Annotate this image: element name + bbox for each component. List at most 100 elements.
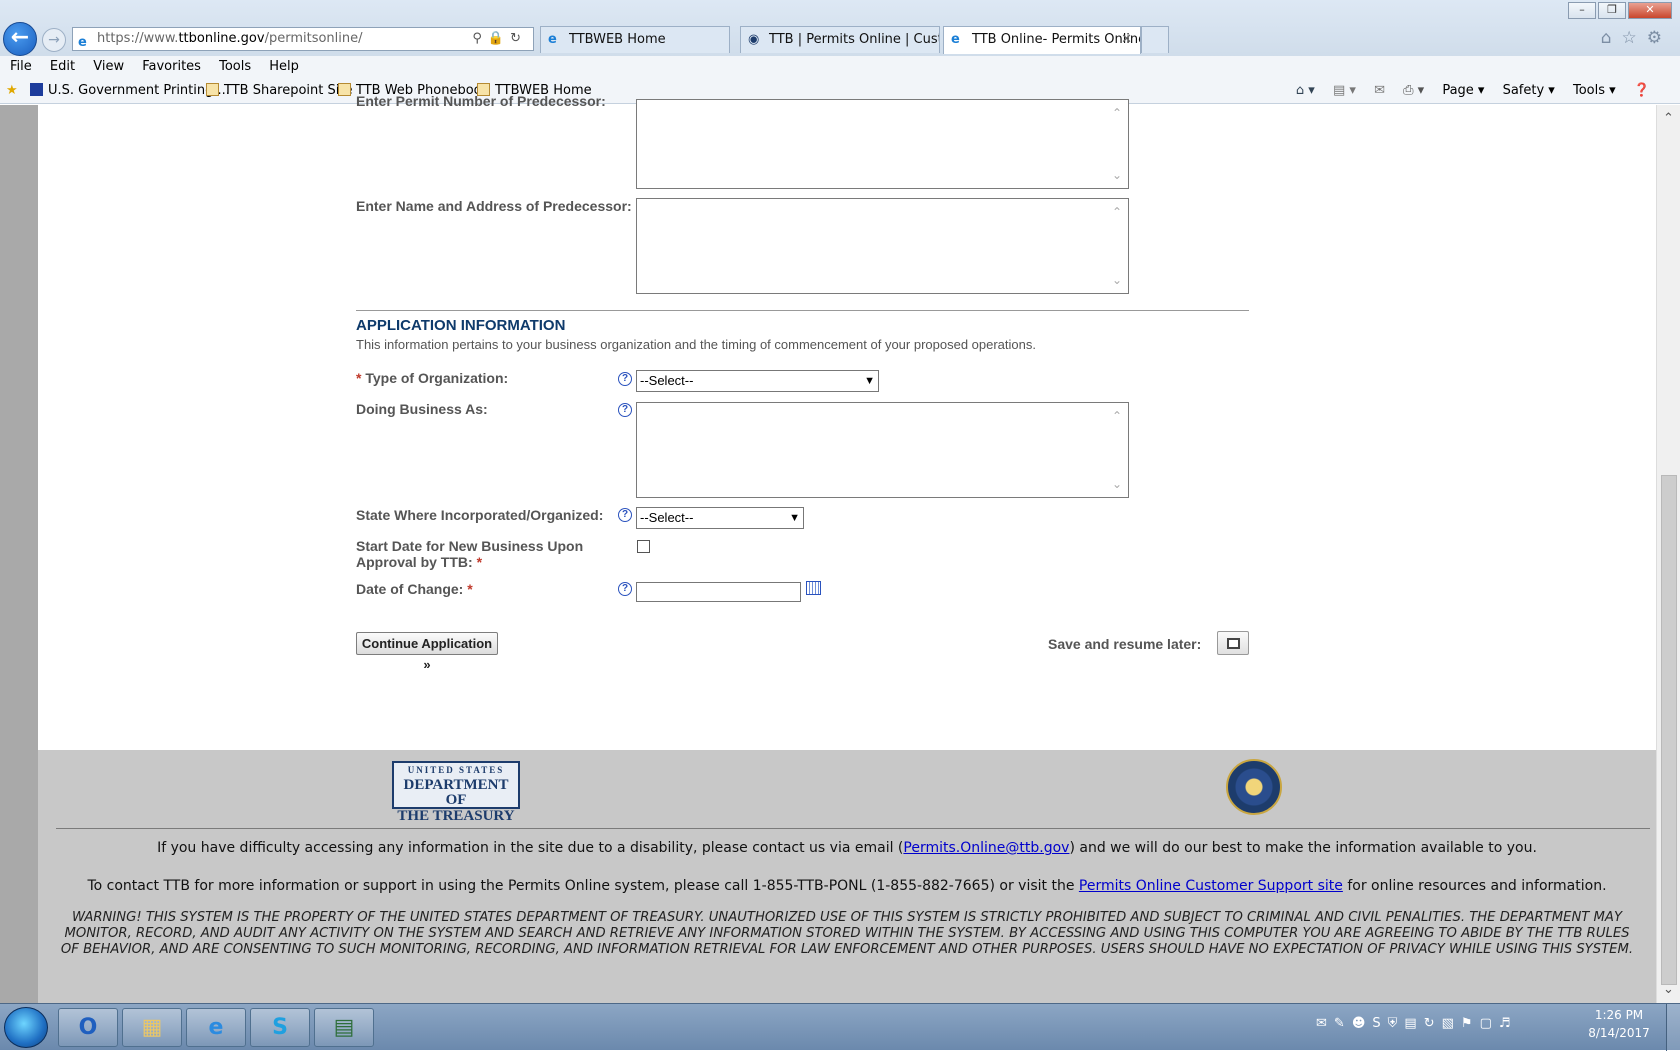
scroll-up-icon[interactable]: ⌃: [1112, 409, 1122, 423]
cmd-page[interactable]: Page ▾: [1442, 83, 1484, 98]
date-change-input[interactable]: [636, 582, 801, 602]
monitor-icon[interactable]: ▢: [1480, 1016, 1499, 1031]
footer: UNITED STATES DEPARTMENT OF THE TREASURY…: [38, 750, 1656, 1003]
page-margin: [0, 105, 38, 1003]
pen-icon[interactable]: ✎: [1334, 1016, 1352, 1031]
url-prefix: https://www.: [97, 31, 179, 46]
tab-ttbweb-home[interactable]: e TTBWEB Home: [540, 26, 730, 53]
window-controls: – ❐ ✕: [1568, 2, 1672, 20]
forward-button[interactable]: →: [42, 28, 66, 52]
shield-icon[interactable]: ⛨: [1388, 1016, 1405, 1031]
taskbar: O ▦ e S ▤ ✉✎☻S⛨▤↻▧⚑▢♬ 1:26 PM 8/14/2017: [0, 1003, 1680, 1051]
refresh-icon[interactable]: ↻: [510, 31, 527, 46]
notice-text: If you have difficulty accessing any inf…: [157, 840, 904, 856]
support-site-link[interactable]: Permits Online Customer Support site: [1079, 878, 1343, 894]
start-date-checkbox[interactable]: [637, 540, 650, 553]
help-icon[interactable]: ❓: [1634, 83, 1650, 98]
show-desktop-button[interactable]: [1666, 1004, 1680, 1051]
vertical-scrollbar[interactable]: ⌃ ⌄: [1656, 105, 1680, 1003]
tab-permits-online-support[interactable]: ◉ TTB | Permits Online | Custom...: [740, 26, 940, 53]
scroll-up-icon[interactable]: ⌃: [1112, 106, 1122, 120]
skype-taskbar-button[interactable]: S: [250, 1008, 310, 1047]
cmd-safety[interactable]: Safety ▾: [1503, 83, 1555, 98]
sync-icon[interactable]: ↻: [1424, 1016, 1442, 1031]
restore-button[interactable]: ❐: [1598, 2, 1626, 19]
ie-icon: e: [951, 32, 960, 47]
feeds-icon[interactable]: ▤ ▾: [1333, 83, 1356, 98]
favorites-star-icon[interactable]: ★: [6, 80, 18, 102]
scrollbar-thumb[interactable]: [1661, 475, 1677, 985]
help-icon[interactable]: ?: [618, 582, 632, 596]
ie-taskbar-button[interactable]: e: [186, 1008, 246, 1047]
outlook-icon[interactable]: ✉: [1316, 1016, 1334, 1031]
volume-icon[interactable]: ♬: [1499, 1016, 1518, 1031]
network-icon[interactable]: ▧: [1442, 1016, 1461, 1031]
close-window-button[interactable]: ✕: [1628, 2, 1672, 19]
predecessor-name-textarea[interactable]: ⌃ ⌄: [636, 198, 1129, 294]
menu-view[interactable]: View: [93, 56, 124, 78]
url-path: /permitsonline/: [264, 31, 363, 46]
close-tab-icon[interactable]: ✕: [1121, 27, 1132, 53]
footer-divider: [56, 828, 1650, 829]
home-icon[interactable]: ⌂ ▾: [1296, 83, 1315, 98]
mail-icon[interactable]: ✉: [1374, 83, 1385, 98]
help-icon[interactable]: ?: [618, 372, 632, 386]
menu-file[interactable]: File: [10, 56, 32, 78]
org-type-select[interactable]: --Select-- ▼: [636, 370, 879, 392]
fav-sharepoint[interactable]: TTB Sharepoint Site: [206, 80, 352, 102]
continue-application-button[interactable]: Continue Application »: [356, 632, 498, 672]
address-bar[interactable]: e https://www.ttbonline.gov/permitsonlin…: [72, 27, 534, 51]
ttb-seal-icon: ◉: [748, 32, 760, 47]
help-icon[interactable]: ?: [618, 508, 632, 522]
scroll-up-icon[interactable]: ⌃: [1112, 205, 1122, 219]
dba-textarea[interactable]: ⌃ ⌄: [636, 402, 1129, 498]
security-warning: WARNING! THIS SYSTEM IS THE PROPERTY OF …: [60, 910, 1634, 957]
user-icon[interactable]: ☻: [1352, 1016, 1373, 1031]
treasury-logo: UNITED STATES DEPARTMENT OF THE TREASURY: [392, 761, 520, 824]
new-tab-button[interactable]: [1141, 26, 1169, 53]
explorer-taskbar-button[interactable]: ▦: [122, 1008, 182, 1047]
scroll-down-icon[interactable]: ⌄: [1112, 273, 1122, 287]
flag-icon[interactable]: ⚑: [1461, 1016, 1480, 1031]
tab-permits-online-active[interactable]: e TTB Online- Permits Online... ✕: [943, 26, 1141, 54]
menu-help[interactable]: Help: [269, 56, 299, 78]
scroll-down-icon[interactable]: ⌄: [1112, 477, 1122, 491]
page-icon: [338, 83, 351, 96]
predecessor-permit-textarea[interactable]: ⌃ ⌄: [636, 99, 1129, 189]
disk-icon[interactable]: ▤: [1404, 1016, 1423, 1031]
clock[interactable]: 1:26 PM 8/14/2017: [1586, 1006, 1652, 1042]
outlook-taskbar-button[interactable]: O: [58, 1008, 118, 1047]
start-button[interactable]: [4, 1007, 48, 1048]
page: Enter Permit Number of Predecessor: ⌃ ⌄ E…: [38, 93, 1656, 1003]
calendar-icon[interactable]: [806, 581, 821, 595]
scroll-down-icon[interactable]: ⌄: [1112, 168, 1122, 182]
app-taskbar-button[interactable]: ▤: [314, 1008, 374, 1047]
print-icon[interactable]: ⎙ ▾: [1403, 83, 1424, 98]
scroll-up-icon[interactable]: ⌃: [1663, 111, 1674, 126]
logo-line: DEPARTMENT OF: [403, 777, 509, 808]
lock-icon[interactable]: 🔒: [488, 31, 510, 46]
minimize-button[interactable]: –: [1568, 2, 1596, 19]
fav-label: U.S. Government Printing ...: [48, 83, 230, 98]
notice-text: for online resources and information.: [1342, 878, 1607, 894]
menu-tools[interactable]: Tools: [219, 56, 251, 78]
email-link[interactable]: Permits.Online@ttb.gov: [903, 840, 1069, 856]
help-icon[interactable]: ?: [618, 403, 632, 417]
fav-gpo[interactable]: U.S. Government Printing ...: [30, 80, 230, 102]
date-change-label: Date of Change: *: [356, 581, 473, 597]
menu-edit[interactable]: Edit: [50, 56, 75, 78]
home-icon[interactable]: ⌂: [1601, 28, 1622, 48]
page-icon: [206, 83, 219, 96]
select-value: --Select--: [640, 510, 694, 525]
save-button[interactable]: [1217, 631, 1249, 655]
gear-icon[interactable]: ⚙: [1647, 28, 1672, 48]
state-select[interactable]: --Select-- ▼: [636, 507, 804, 529]
search-icon[interactable]: ⚲: [472, 31, 488, 46]
clock-time: 1:26 PM: [1594, 1008, 1644, 1022]
scroll-down-icon[interactable]: ⌄: [1663, 982, 1674, 997]
star-icon[interactable]: ☆: [1622, 28, 1647, 48]
back-button[interactable]: ←: [3, 22, 37, 56]
skype-icon[interactable]: S: [1372, 1016, 1387, 1031]
cmd-tools[interactable]: Tools ▾: [1573, 83, 1616, 98]
menu-favorites[interactable]: Favorites: [142, 56, 201, 78]
